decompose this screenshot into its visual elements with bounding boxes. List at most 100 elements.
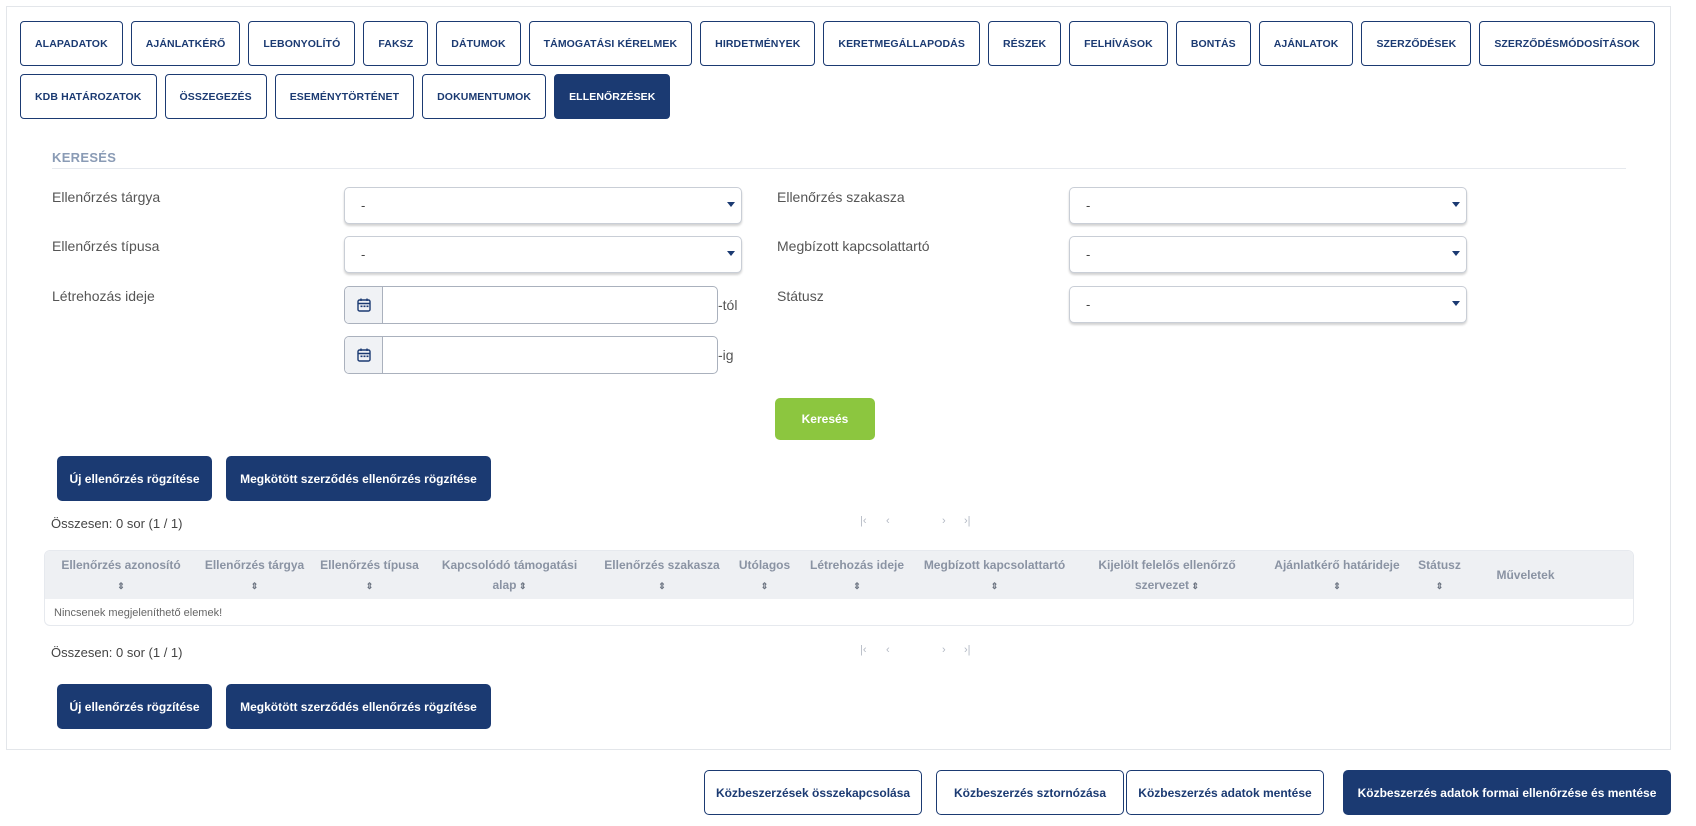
column-header: Műveletek <box>1467 551 1584 599</box>
column-header-label: Ellenőrzés tárgya <box>204 558 305 572</box>
chevron-down-icon <box>727 251 735 256</box>
type-select[interactable]: - <box>344 236 742 273</box>
contact-select[interactable]: - <box>1069 236 1467 273</box>
column-header-line2: ⇕ <box>761 575 769 595</box>
pager-bottom: |‹ ‹ › ›| <box>860 644 984 656</box>
tab-datumok[interactable]: DÁTUMOK <box>436 21 521 66</box>
new-check-button-bottom[interactable]: Új ellenőrzés rögzítése <box>57 684 212 729</box>
column-header-label: Ellenőrzés szakasza <box>604 558 720 572</box>
tab-szerzodesek[interactable]: SZERZŐDÉSEK <box>1361 21 1472 66</box>
column-header[interactable]: Kijelölt felelős ellenőrző szervezet ⇕ <box>1072 551 1262 599</box>
created-from-date[interactable] <box>344 286 718 324</box>
first-page-icon[interactable]: |‹ <box>860 644 886 656</box>
created-label: Létrehozás ideje <box>52 288 155 304</box>
tab-ellenorzesek[interactable]: ELLENŐRZÉSEK <box>554 74 671 119</box>
tab-felhivasok[interactable]: FELHÍVÁSOK <box>1069 21 1168 66</box>
total-count-bottom: Összesen: 0 sor (1 / 1) <box>51 645 183 660</box>
chevron-down-icon <box>1452 301 1460 306</box>
new-check-button[interactable]: Új ellenőrzés rögzítése <box>57 456 212 501</box>
column-header-label-2: szervezet <box>1134 578 1189 592</box>
sort-icon[interactable]: ⇕ <box>658 581 666 591</box>
check-and-save-button[interactable]: Közbeszerzés adatok formai ellenőrzése é… <box>1343 770 1671 815</box>
sort-icon[interactable]: ⇕ <box>1436 581 1444 591</box>
cancel-procurement-button[interactable]: Közbeszerzés sztornózása <box>936 770 1124 815</box>
sort-icon[interactable]: ⇕ <box>1333 581 1341 591</box>
column-header[interactable]: Ellenőrzés típusa ⇕ <box>312 551 427 599</box>
column-header[interactable]: Ellenőrzés tárgya ⇕ <box>197 551 312 599</box>
phase-label: Ellenőrzés szakasza <box>777 189 905 205</box>
column-header-label: Státusz <box>1418 558 1461 572</box>
calendar-icon[interactable] <box>345 287 383 323</box>
subject-select[interactable]: - <box>344 187 742 224</box>
tab-alapadatok[interactable]: ALAPADATOK <box>20 21 123 66</box>
sort-icon[interactable]: ⇕ <box>366 581 374 591</box>
column-header[interactable]: Ajánlatkérő határideje ⇕ <box>1262 551 1412 599</box>
to-suffix: -ig <box>718 347 734 363</box>
column-header[interactable]: Kapcsolódó támogatási alap ⇕ <box>427 551 592 599</box>
chevron-down-icon <box>1452 202 1460 207</box>
first-page-icon[interactable]: |‹ <box>860 515 886 527</box>
column-header[interactable]: Ellenőrzés szakasza ⇕ <box>592 551 732 599</box>
table-header: Ellenőrzés azonosító ⇕ Ellenőrzés tárgya … <box>45 551 1633 599</box>
new-contract-check-button[interactable]: Megkötött szerződés ellenőrzés rögzítése <box>226 456 491 501</box>
tab-esemenytortenet[interactable]: ESEMÉNYTÖRTÉNET <box>274 74 415 119</box>
empty-message: Nincsenek megjeleníthető elemek! <box>54 606 223 619</box>
sort-icon[interactable]: ⇕ <box>516 581 527 591</box>
column-header-line2: ⇕ <box>117 575 125 595</box>
prev-page-icon[interactable]: ‹ <box>886 644 942 656</box>
next-page-icon[interactable]: › <box>942 644 964 656</box>
tab-szerzodesmodositasok[interactable]: SZERZŐDÉSMÓDOSÍTÁSOK <box>1479 21 1655 66</box>
sort-icon[interactable]: ⇕ <box>991 581 999 591</box>
new-contract-check-button-bottom[interactable]: Megkötött szerződés ellenőrzés rögzítése <box>226 684 491 729</box>
column-header-label: Ellenőrzés típusa <box>320 558 419 572</box>
last-page-icon[interactable]: ›| <box>964 515 984 527</box>
search-button[interactable]: Keresés <box>775 398 875 440</box>
column-header-label: Ajánlatkérő határideje <box>1274 558 1400 572</box>
created-to-date[interactable] <box>344 336 718 374</box>
tab-ajanlatkero[interactable]: AJÁNLATKÉRŐ <box>130 21 241 66</box>
sort-icon[interactable]: ⇕ <box>117 581 125 591</box>
tab-lebonyolito[interactable]: LEBONYOLÍTÓ <box>248 21 356 66</box>
tab-row-1: ALAPADATOK AJÁNLATKÉRŐ LEBONYOLÍTÓ FAKSZ DÁT… <box>20 21 1660 66</box>
next-page-icon[interactable]: › <box>942 515 964 527</box>
tab-reszek[interactable]: RÉSZEK <box>987 21 1062 66</box>
section-divider <box>52 168 1626 169</box>
contact-label: Megbízott kapcsolattartó <box>777 238 930 254</box>
tab-bontas[interactable]: BONTÁS <box>1175 21 1251 66</box>
column-header-line2: ⇕ <box>251 575 259 595</box>
column-header[interactable]: Utólagos ⇕ <box>732 551 797 599</box>
save-procurement-button[interactable]: Közbeszerzés adatok mentése <box>1126 770 1324 815</box>
tab-faksz[interactable]: FAKSZ <box>363 21 429 66</box>
link-procurements-button[interactable]: Közbeszerzések összekapcsolása <box>704 770 922 815</box>
subject-label: Ellenőrzés tárgya <box>52 189 161 205</box>
column-header[interactable]: Létrehozás ideje ⇕ <box>797 551 917 599</box>
column-header[interactable]: Megbízott kapcsolattartó ⇕ <box>917 551 1072 599</box>
chevron-down-icon <box>1452 251 1460 256</box>
sort-icon[interactable]: ⇕ <box>1189 581 1200 591</box>
prev-page-icon[interactable]: ‹ <box>886 515 942 527</box>
type-select-value: - <box>361 247 366 262</box>
total-count: Összesen: 0 sor (1 / 1) <box>51 516 183 531</box>
sort-icon[interactable]: ⇕ <box>251 581 259 591</box>
phase-select[interactable]: - <box>1069 187 1467 224</box>
tab-tamogatasi-kerelmek[interactable]: TÁMOGATÁSI KÉRELMEK <box>528 21 693 66</box>
column-header-line2: alap ⇕ <box>492 575 526 595</box>
column-header[interactable]: Ellenőrzés azonosító ⇕ <box>45 551 197 599</box>
tab-dokumentumok[interactable]: DOKUMENTUMOK <box>422 74 547 119</box>
sort-icon[interactable]: ⇕ <box>853 581 861 591</box>
column-header-line2: szervezet ⇕ <box>1135 575 1199 595</box>
chevron-down-icon <box>727 202 735 207</box>
column-header-label-2: alap <box>492 578 517 592</box>
sort-icon[interactable]: ⇕ <box>761 581 769 591</box>
tab-osszegezes[interactable]: ÖSSZEGEZÉS <box>164 74 267 119</box>
tab-kdb-hatarozatok[interactable]: KDB HATÁROZATOK <box>20 74 157 119</box>
column-header-label: Kapcsolódó támogatási <box>441 558 578 572</box>
contact-select-value: - <box>1086 247 1091 262</box>
status-select[interactable]: - <box>1069 286 1467 323</box>
calendar-icon[interactable] <box>345 337 383 373</box>
tab-ajanlatok[interactable]: AJÁNLATOK <box>1258 21 1354 66</box>
tab-hirdetmenyek[interactable]: HIRDETMÉNYEK <box>700 21 816 66</box>
tab-keretmegallapodas[interactable]: KERETMEGÁLLAPODÁS <box>823 21 980 66</box>
column-header[interactable]: Státusz ⇕ <box>1412 551 1467 599</box>
last-page-icon[interactable]: ›| <box>964 644 984 656</box>
